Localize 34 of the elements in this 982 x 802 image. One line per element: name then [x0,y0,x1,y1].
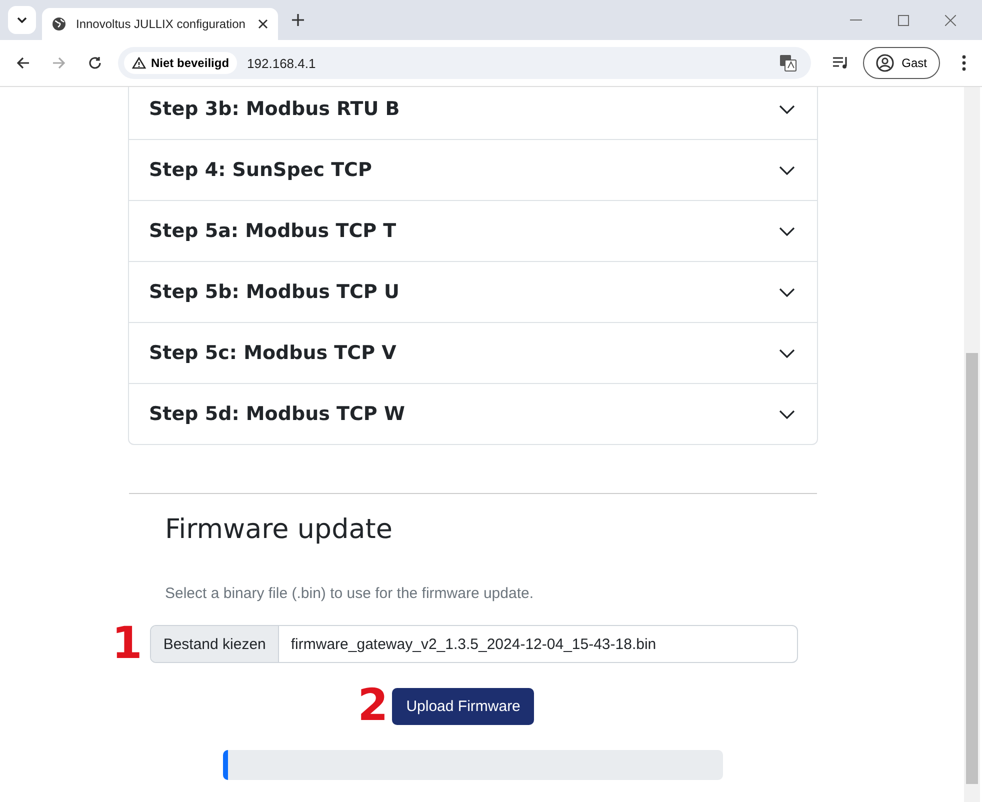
step-number: 2 [358,684,388,728]
accordion-header[interactable]: Step 5a: Modbus TCP T [129,200,817,261]
chevron-down-icon [17,17,27,23]
file-input[interactable]: Bestand kiezen firmware_gateway_v2_1.3.5_2024-12-04_15-43-18.bin [150,625,798,663]
browser-tab[interactable]: Innovoltus JULLIX configuration [42,8,278,40]
minimize-icon[interactable] [850,19,862,21]
close-icon[interactable] [258,19,268,29]
new-tab-icon[interactable] [292,14,304,26]
person-icon [876,54,894,72]
hint-text: Select a binary file (.bin) to use for the firmware update. [165,585,535,602]
maximize-icon[interactable] [898,14,909,26]
choose-file-button[interactable]: Bestand kiezen [151,626,279,662]
security-chip[interactable]: Niet beveiligd [124,52,238,74]
accordion-header[interactable]: Step 4: SunSpec TCP [129,139,817,200]
warning-icon [132,57,146,69]
url-text: 192.168.4.1 [247,56,316,70]
back-icon[interactable] [16,56,30,70]
tab-search-button[interactable] [8,6,36,34]
reload-icon[interactable] [88,56,102,70]
accordion-header[interactable]: Step 3b: Modbus RTU B [129,87,817,139]
media-icon[interactable] [832,56,849,70]
address-bar[interactable]: Niet beveiligd 192.168.4.1 [118,47,811,79]
profile-button[interactable]: Gast [862,47,940,79]
file-name: firmware_gateway_v2_1.3.5_2024-12-04_15-43-18.bin [290,636,656,652]
upload-button[interactable]: Upload Firmware [392,688,534,724]
section-heading: Firmware update [165,514,394,545]
accordion-header[interactable]: Step 5c: Modbus TCP V [129,322,817,383]
more-icon[interactable] [962,55,966,71]
scrollbar[interactable] [964,87,980,802]
accordion-header[interactable]: Step 5b: Modbus TCP U [129,261,817,322]
translate-icon[interactable] [778,54,797,72]
accordion-header[interactable]: Step 5d: Modbus TCP W [129,383,817,444]
step-number: 1 [112,622,142,666]
tab-title: Innovoltus JULLIX configuration [76,17,246,31]
